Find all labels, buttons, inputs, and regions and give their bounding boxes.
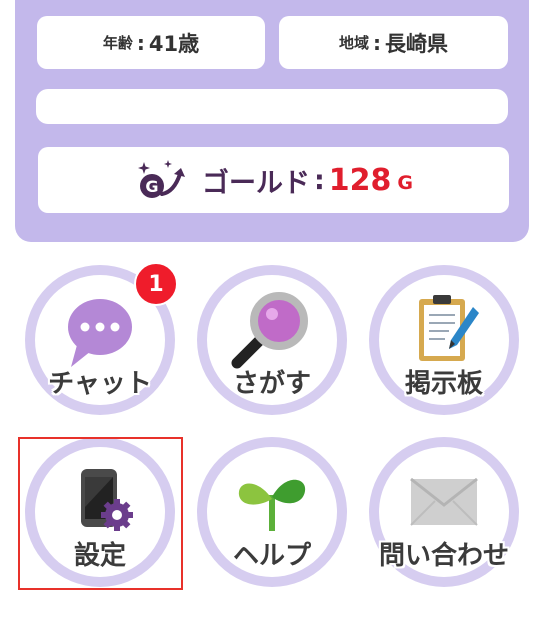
search-label: さがす [232,369,311,399]
age-label: 年齢 [102,34,133,52]
gold-label: ゴールド [201,167,310,199]
area-label: 地域 [338,34,369,52]
gold-unit: G [397,172,414,194]
gold-separator: : [313,164,325,196]
area-value: 長崎県 [385,31,448,56]
chat-unread-badge: 1 [134,262,178,306]
empty-field [36,89,508,124]
help-label: ヘルプ [232,541,311,571]
settings-highlight [18,437,183,590]
chat-label: チャット [48,369,152,399]
gold-value: 128 [328,162,392,198]
area-separator: : [373,30,381,55]
gold-coin-icon: G [137,160,185,198]
svg-text:G: G [145,177,158,196]
age-field: 年齢 : 41歳 [37,16,265,69]
search-button[interactable]: さがす [197,265,347,415]
help-button[interactable]: ヘルプ [197,437,347,587]
gold-field: G ゴールド : 128 G [38,147,509,213]
board-label: 掲示板 [404,369,483,399]
age-value: 41歳 [148,31,200,56]
age-separator: : [136,30,145,55]
contact-button[interactable]: 問い合わせ [369,437,519,587]
contact-label: 問い合わせ [378,541,509,571]
board-button[interactable]: 掲示板 [369,265,519,415]
area-field: 地域 : 長崎県 [279,16,508,69]
